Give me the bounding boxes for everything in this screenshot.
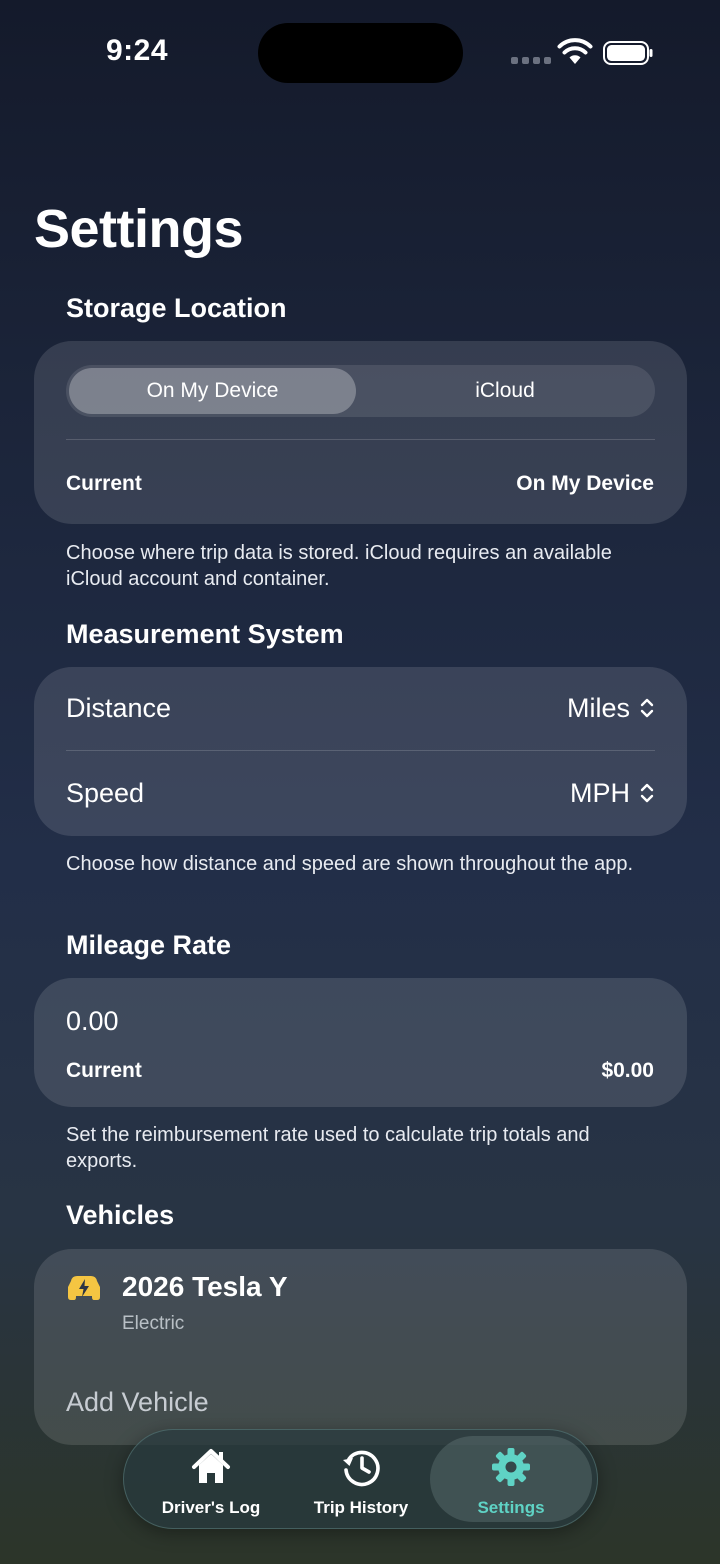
- storage-segmented-control: On My Device iCloud: [66, 365, 655, 417]
- wifi-icon: [557, 38, 593, 64]
- divider: [66, 750, 655, 751]
- storage-current-value: On My Device: [516, 472, 654, 495]
- vehicle-name: 2026 Tesla Y: [122, 1271, 288, 1302]
- measurement-footnote: Choose how distance and speed are shown …: [66, 853, 634, 875]
- chevron-up-down-icon: [640, 783, 654, 803]
- tab-label: Trip History: [313, 1498, 409, 1517]
- segment-icloud[interactable]: iCloud: [358, 368, 652, 414]
- storage-section-header: Storage Location: [66, 293, 287, 323]
- measurement-card: Distance Miles Speed MPH: [34, 667, 687, 836]
- divider: [66, 439, 655, 440]
- mileage-current-value: $0.00: [601, 1059, 654, 1082]
- speed-label: Speed: [66, 778, 145, 808]
- distance-value: Miles: [566, 693, 630, 723]
- tab-drivers-log[interactable]: Driver's Log: [136, 1436, 286, 1522]
- house-icon: [192, 1449, 230, 1483]
- mileage-card: 0.00 Current $0.00: [34, 978, 687, 1107]
- storage-current-label: Current: [66, 472, 142, 495]
- page-title: Settings: [34, 199, 244, 259]
- status-bar: 9:24: [0, 0, 720, 110]
- tab-trip-history[interactable]: Trip History: [286, 1436, 436, 1522]
- storage-card: On My Device iCloud Current On My Device: [34, 341, 687, 524]
- add-vehicle-button[interactable]: Add Vehicle: [66, 1387, 209, 1418]
- vehicle-type: Electric: [122, 1313, 185, 1334]
- cellular-signal-icon: [511, 57, 551, 64]
- mileage-section-header: Mileage Rate: [66, 930, 232, 960]
- mileage-footnote: Set the reimbursement rate used to calcu…: [66, 1124, 590, 1172]
- battery-icon: [603, 41, 653, 65]
- distance-label: Distance: [66, 693, 172, 723]
- gear-icon: [492, 1448, 530, 1486]
- speed-value: MPH: [570, 778, 630, 808]
- distance-picker[interactable]: Miles: [567, 693, 654, 724]
- vehicles-card: 2026 Tesla Y Electric Add Vehicle: [34, 1249, 687, 1445]
- segment-on-my-device[interactable]: On My Device: [69, 368, 356, 414]
- chevron-up-down-icon: [640, 698, 654, 718]
- tab-bar: Driver's Log Trip History Settings: [123, 1429, 598, 1529]
- mileage-current-label: Current: [66, 1059, 142, 1082]
- storage-footnote: Choose where trip data is stored. iCloud…: [66, 542, 612, 590]
- tab-settings[interactable]: Settings: [430, 1436, 592, 1522]
- dynamic-island: [258, 23, 463, 83]
- tab-label: Driver's Log: [161, 1498, 261, 1517]
- measurement-section-header: Measurement System: [66, 619, 344, 649]
- mileage-rate-input[interactable]: 0.00: [66, 1006, 646, 1037]
- speed-picker[interactable]: MPH: [570, 778, 654, 809]
- vehicle-row[interactable]: 2026 Tesla Y Electric: [34, 1249, 687, 1359]
- tab-label: Settings: [477, 1498, 545, 1517]
- vehicles-section-header: Vehicles: [66, 1200, 175, 1230]
- status-time: 9:24: [106, 34, 169, 67]
- electric-car-icon: [68, 1276, 100, 1300]
- clock-history-icon: [343, 1450, 380, 1487]
